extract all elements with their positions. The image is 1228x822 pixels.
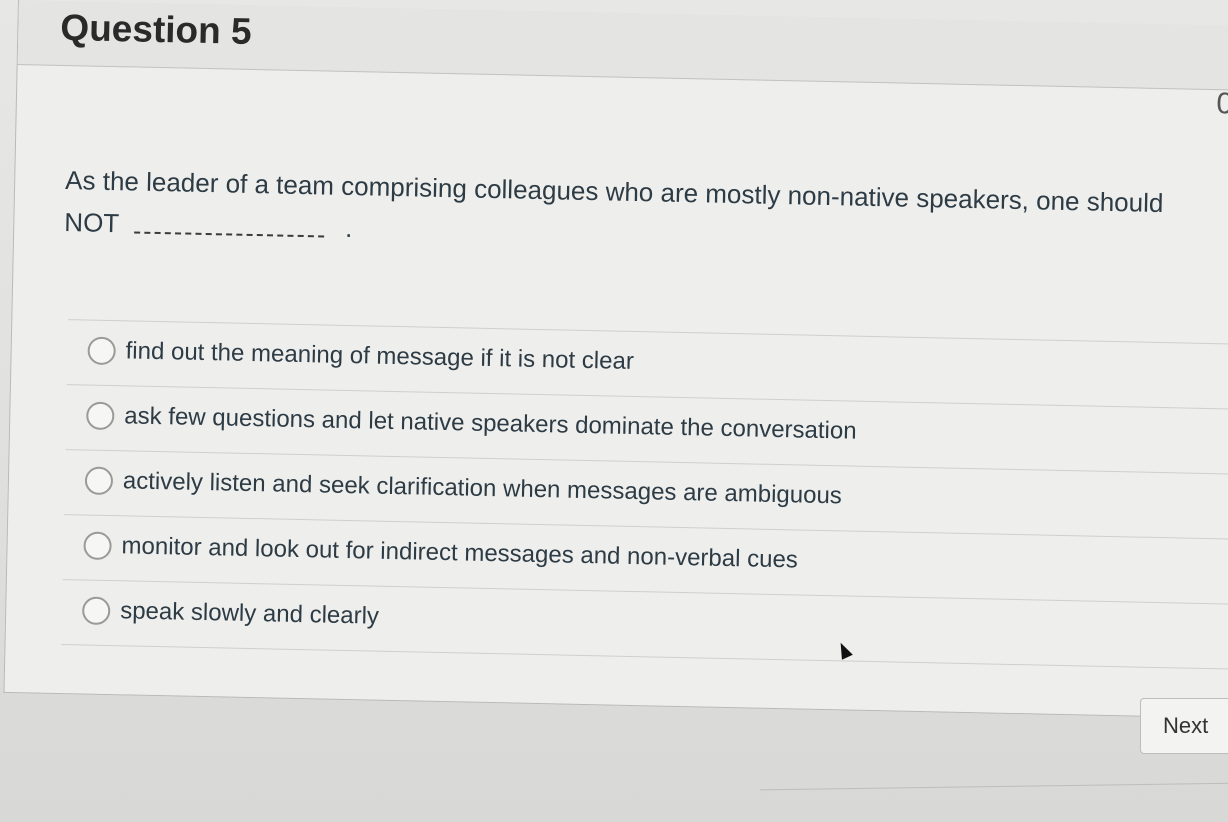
answer-label[interactable]: actively listen and seek clarification w…	[123, 467, 842, 510]
question-text: As the leader of a team comprising colle…	[64, 159, 1228, 268]
radio-button[interactable]	[86, 401, 115, 431]
answer-label[interactable]: ask few questions and let native speaker…	[124, 402, 857, 445]
answer-label[interactable]: monitor and look out for indirect messag…	[121, 532, 798, 574]
next-button[interactable]: Next	[1140, 698, 1228, 754]
radio-button[interactable]	[81, 596, 111, 626]
next-button-label[interactable]: Next	[1163, 713, 1208, 739]
blank-period: .	[344, 212, 353, 244]
question-title: Question 5	[60, 6, 253, 52]
radio-button[interactable]	[83, 531, 112, 561]
answer-list: find out the meaning of message if it is…	[61, 319, 1228, 670]
divider	[760, 782, 1228, 791]
answer-blank	[133, 217, 325, 238]
radio-button[interactable]	[84, 466, 114, 496]
radio-button[interactable]	[87, 336, 116, 366]
quiz-page: Question 5 0 As the leader of a team com…	[0, 0, 1228, 822]
question-not-word: NOT	[64, 207, 120, 239]
question-card: Question 5 0 As the leader of a team com…	[3, 0, 1228, 719]
question-header: Question 5	[17, 0, 1228, 91]
answer-label[interactable]: find out the meaning of message if it is…	[125, 337, 634, 376]
answer-label[interactable]: speak slowly and clearly	[120, 597, 379, 630]
points-indicator: 0	[1216, 87, 1228, 121]
